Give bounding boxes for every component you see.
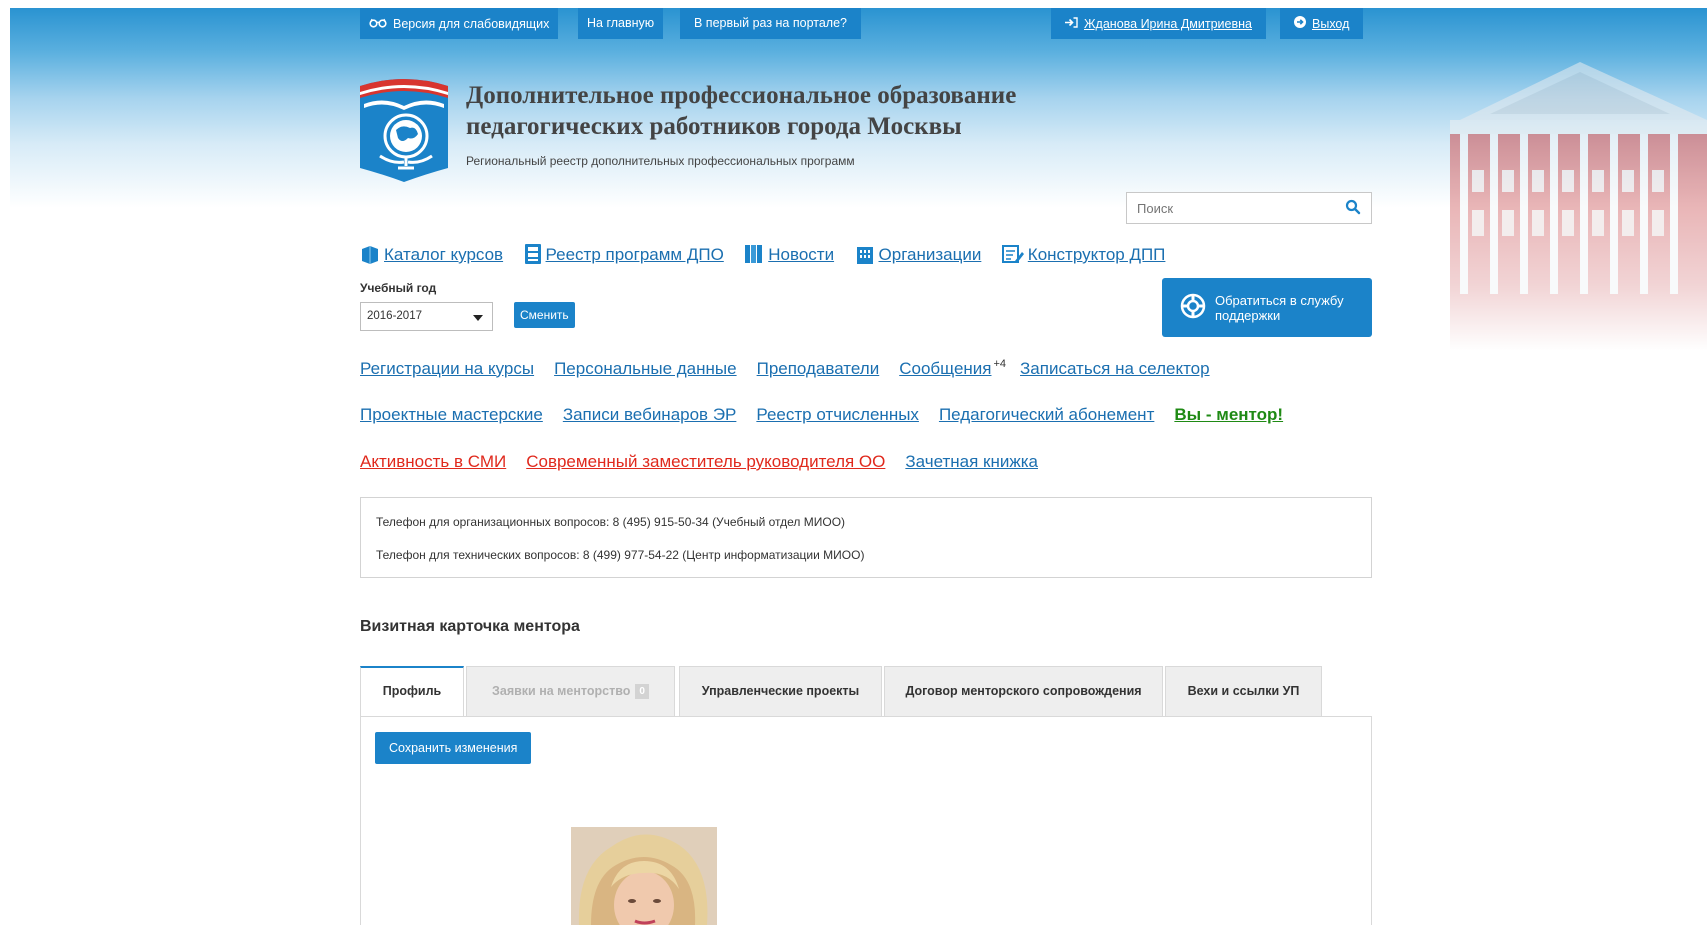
first-time-button[interactable]: В первый раз на портале? xyxy=(680,8,861,39)
search-box xyxy=(1126,192,1372,224)
tab-profile[interactable]: Профиль xyxy=(360,666,464,717)
link-expelled-registry[interactable]: Реестр отчисленных xyxy=(756,405,919,425)
logout-button[interactable]: Выход xyxy=(1280,8,1364,39)
search-input[interactable] xyxy=(1127,193,1327,223)
home-label: На главную xyxy=(587,16,655,30)
edit-document-icon xyxy=(1001,245,1024,263)
glasses-icon xyxy=(369,8,387,39)
links-row-3: Активность в СМИ Современный заместитель … xyxy=(360,452,1058,472)
city-hall-illustration xyxy=(1450,62,1707,350)
low-vision-button[interactable]: Версия для слабовидящих xyxy=(360,8,559,39)
nav-constructor[interactable]: Конструктор ДПП xyxy=(1001,244,1166,265)
links-row-2: Проектные мастерские Записи вебинаров ЭР Р… xyxy=(360,405,1303,425)
logout-icon xyxy=(1294,8,1306,39)
mentor-photo xyxy=(571,827,717,925)
academic-year-label: Учебный год xyxy=(360,281,437,295)
link-webinars[interactable]: Записи вебинаров ЭР xyxy=(563,405,737,425)
tab-projects-label: Управленческие проекты xyxy=(701,684,860,698)
nav-constructor-label: Конструктор ДПП xyxy=(1027,245,1166,264)
tech-phone: Телефон для технических вопросов: 8 (499… xyxy=(376,548,865,562)
nav-catalog-label: Каталог курсов xyxy=(384,245,504,264)
link-mentor[interactable]: Вы - ментор! xyxy=(1174,405,1283,425)
user-profile-link[interactable]: Жданова Ирина Дмитриевна xyxy=(1051,8,1266,39)
nav-registry[interactable]: Реестр программ ДПО xyxy=(524,244,724,265)
tab-contract-label: Договор менторского сопровождения xyxy=(905,684,1142,698)
tab-milestones[interactable]: Вехи и ссылки УП xyxy=(1165,666,1322,716)
site-logo[interactable] xyxy=(360,78,448,183)
academic-year-select[interactable]: 2016-2017 xyxy=(360,302,493,331)
tab-requests[interactable]: Заявки на менторство 0 xyxy=(466,666,675,716)
link-registrations[interactable]: Регистрации на курсы xyxy=(360,359,534,379)
support-button[interactable]: Обратиться в службу поддержки xyxy=(1162,278,1372,337)
mentor-card-title: Визитная карточка ментора xyxy=(360,618,580,635)
tab-requests-label: Заявки на менторство xyxy=(492,684,631,698)
newspaper-icon xyxy=(745,245,763,263)
links-row-1: Регистрации на курсы Персональные данные П… xyxy=(360,358,1230,379)
user-name: Жданова Ирина Дмитриевна xyxy=(1084,17,1252,31)
low-vision-label: Версия для слабовидящих xyxy=(393,17,550,31)
search-icon[interactable] xyxy=(1345,199,1361,215)
book-icon xyxy=(362,246,378,264)
link-media-activity[interactable]: Активность в СМИ xyxy=(360,452,506,472)
main-nav: Каталог курсов Реестр программ ДПО Новос… xyxy=(360,244,1181,270)
nav-registry-label: Реестр программ ДПО xyxy=(545,245,724,264)
site-title: Дополнительное профессиональное образова… xyxy=(466,80,1016,142)
contact-phones-box: Телефон для организационных вопросов: 8 … xyxy=(360,497,1372,578)
messages-badge: +4 xyxy=(993,358,1007,370)
save-changes-button[interactable]: Сохранить изменения xyxy=(375,732,532,764)
support-label: Обратиться в службу поддержки xyxy=(1215,293,1344,323)
link-selector[interactable]: Записаться на селектор xyxy=(1020,359,1210,379)
link-messages[interactable]: Сообщения xyxy=(899,359,991,379)
tab-milestones-label: Вехи и ссылки УП xyxy=(1187,684,1300,698)
tab-projects[interactable]: Управленческие проекты xyxy=(679,666,882,716)
academic-year-value: 2016-2017 xyxy=(367,310,422,322)
link-modern-deputy[interactable]: Современный заместитель руководителя ОО xyxy=(526,452,885,472)
chevron-down-icon xyxy=(473,315,483,321)
change-year-button[interactable]: Сменить xyxy=(514,302,575,328)
top-bar: Версия для слабовидящих На главную В пер… xyxy=(0,8,1707,40)
cabinet-icon xyxy=(524,244,541,264)
nav-news[interactable]: Новости xyxy=(744,244,834,265)
logout-label: Выход xyxy=(1312,17,1350,31)
link-teachers[interactable]: Преподаватели xyxy=(757,359,880,379)
nav-organizations[interactable]: Организации xyxy=(855,244,982,265)
site-title-line2: педагогических работников города Москвы xyxy=(466,113,962,140)
nav-organizations-label: Организации xyxy=(878,245,982,264)
tab-contract[interactable]: Договор менторского сопровождения xyxy=(884,666,1163,716)
building-icon xyxy=(856,247,873,264)
link-subscription[interactable]: Педагогический абонемент xyxy=(939,405,1154,425)
tab-profile-label: Профиль xyxy=(382,684,442,698)
link-workshops[interactable]: Проектные мастерские xyxy=(360,405,543,425)
link-gradebook[interactable]: Зачетная книжка xyxy=(905,452,1038,472)
requests-count-badge: 0 xyxy=(635,684,649,699)
org-phone: Телефон для организационных вопросов: 8 … xyxy=(376,515,846,529)
login-icon xyxy=(1065,8,1078,39)
home-button[interactable]: На главную xyxy=(578,8,664,39)
site-title-line1: Дополнительное профессиональное образова… xyxy=(466,82,1017,109)
nav-catalog[interactable]: Каталог курсов xyxy=(360,244,503,265)
lifebuoy-icon xyxy=(1180,293,1206,319)
first-time-label: В первый раз на портале? xyxy=(694,16,847,30)
link-personal-data[interactable]: Персональные данные xyxy=(554,359,737,379)
nav-news-label: Новости xyxy=(768,245,835,264)
site-subtitle: Региональный реестр дополнительных профе… xyxy=(466,154,855,168)
